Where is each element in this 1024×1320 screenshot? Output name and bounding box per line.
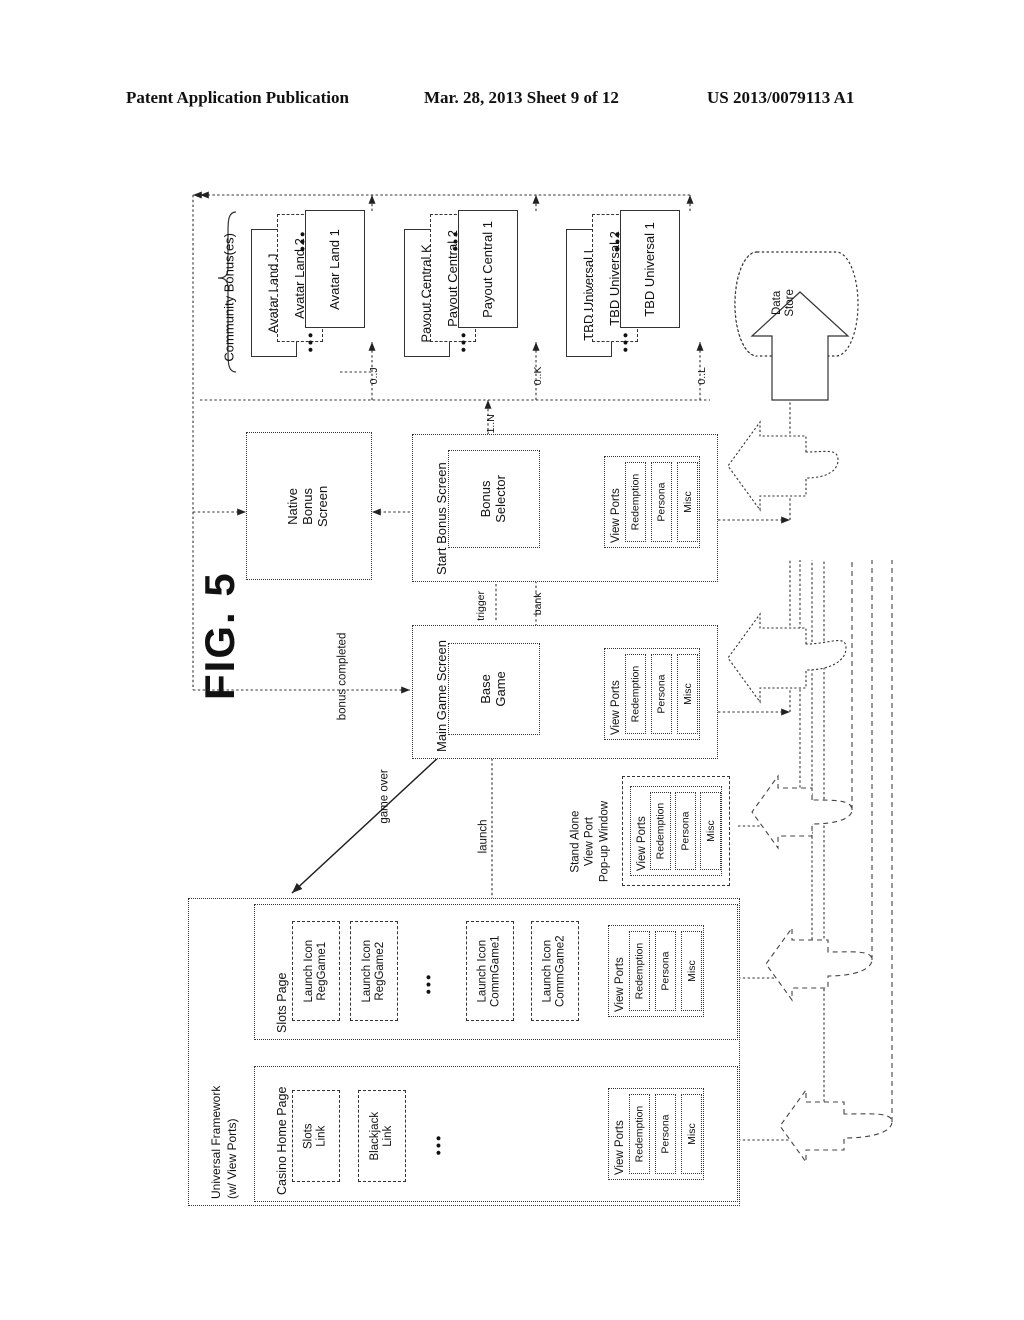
standalone-view-port-redemption: Redemption: [650, 792, 671, 870]
standalone-view-ports-title: View Ports: [636, 816, 648, 871]
native-bonus-screen-l3: Screen: [315, 485, 331, 527]
avatar-land-1-box: Avatar Land 1: [305, 210, 365, 328]
community-bonuses-label: Community Bonus(es): [221, 232, 237, 362]
launch-icon-commgame1-box[interactable]: Launch Icon CommGame1: [466, 921, 514, 1021]
base-game-l2: Game: [493, 671, 508, 707]
casino-home-page-ellipsis: •••: [430, 1133, 448, 1156]
slots-view-ports-title: View Ports: [614, 957, 626, 1012]
avatar-land-1-label: Avatar Land 1: [326, 228, 342, 310]
native-bonus-screen-box: Native Bonus Screen: [246, 432, 372, 580]
blackjack-link-box[interactable]: Blackjack Link: [358, 1090, 406, 1182]
base-game-box: Base Game: [448, 643, 540, 735]
payout-central-cardinality: 0..K: [532, 366, 545, 386]
launch-icon-reggame1-box[interactable]: Launch Icon RegGame1: [292, 921, 340, 1021]
tbd-universal-1-label: TBD Universal 1: [641, 221, 657, 317]
native-bonus-screen-l1: Native: [285, 487, 301, 525]
launch-label: launch: [477, 819, 490, 854]
slots-view-port-redemption: Redemption: [629, 931, 650, 1011]
casino-view-port-redemption: Redemption: [629, 1094, 650, 1174]
standalone-view-port-persona: Persona: [675, 792, 696, 870]
universal-framework-title: Universal Framework (w/ View Ports): [209, 1085, 239, 1199]
main-game-view-port-persona: Persona: [651, 654, 672, 734]
casino-home-page-title: Casino Home Page: [275, 1086, 289, 1195]
main-game-view-ports-title: View Ports: [610, 680, 622, 735]
slots-page-ellipsis: •••: [420, 972, 438, 995]
bonus-completed-label: bonus completed: [336, 632, 349, 721]
figure-label: FIG. 5: [196, 571, 243, 700]
payout-central-ellipsis-top: •••: [447, 229, 465, 252]
start-bonus-view-port-persona: Persona: [651, 462, 672, 542]
launch-icon-reggame2-box[interactable]: Launch Icon RegGame2: [350, 921, 398, 1021]
casino-view-port-persona: Persona: [655, 1094, 676, 1174]
main-game-view-port-redemption: Redemption: [625, 654, 646, 734]
start-bonus-view-ports-title: View Ports: [610, 488, 622, 543]
casino-view-ports-title: View Ports: [614, 1120, 626, 1175]
patent-number-label: US 2013/0079113 A1: [707, 88, 855, 107]
publication-label: Patent Application Publication: [126, 88, 349, 107]
native-bonus-screen-l2: Bonus: [300, 487, 316, 525]
start-bonus-view-port-redemption: Redemption: [625, 462, 646, 542]
tbd-universal-cardinality: 0..L: [696, 367, 709, 385]
avatar-land-cardinality: 0..J: [368, 367, 381, 385]
standalone-popup-title: Stand Alone View Port Pop-up Window: [569, 800, 611, 883]
data-store-label: Data Store: [771, 289, 796, 317]
bank-label: bank: [532, 592, 545, 616]
game-over-label: game over: [378, 769, 391, 824]
payout-central-ellipsis-bottom: •••: [455, 330, 473, 353]
main-game-view-port-misc: Misc: [677, 654, 698, 734]
slots-view-port-misc: Misc: [681, 931, 702, 1011]
standalone-view-port-misc: Misc: [700, 792, 721, 870]
page-header: Patent Application Publication Mar. 28, …: [0, 88, 1024, 116]
slots-link-box[interactable]: Slots Link: [292, 1090, 340, 1182]
date-sheet-label: Mar. 28, 2013 Sheet 9 of 12: [424, 88, 619, 107]
slots-view-port-persona: Persona: [655, 931, 676, 1011]
slots-page-title: Slots Page: [275, 972, 289, 1033]
bonus-selector-l2: Selector: [492, 475, 508, 523]
payout-central-1-box: Payout Central 1: [458, 210, 518, 328]
bonus-selector-l1: Bonus: [478, 480, 494, 518]
avatar-land-ellipsis-bottom: •••: [302, 330, 320, 353]
tbd-universal-1-box: TBD Universal 1: [620, 210, 680, 328]
payout-central-1-label: Payout Central 1: [479, 220, 495, 318]
casino-view-port-misc: Misc: [681, 1094, 702, 1174]
avatar-land-ellipsis-top: •••: [294, 229, 312, 252]
launch-icon-commgame2-box[interactable]: Launch Icon CommGame2: [531, 921, 579, 1021]
tbd-universal-ellipsis-bottom: •••: [617, 330, 635, 353]
tbd-universal-ellipsis-top: •••: [609, 229, 627, 252]
bonus-selector-box: Bonus Selector: [448, 450, 540, 548]
start-bonus-view-port-misc: Misc: [677, 462, 698, 542]
base-game-l1: Base: [478, 674, 494, 704]
